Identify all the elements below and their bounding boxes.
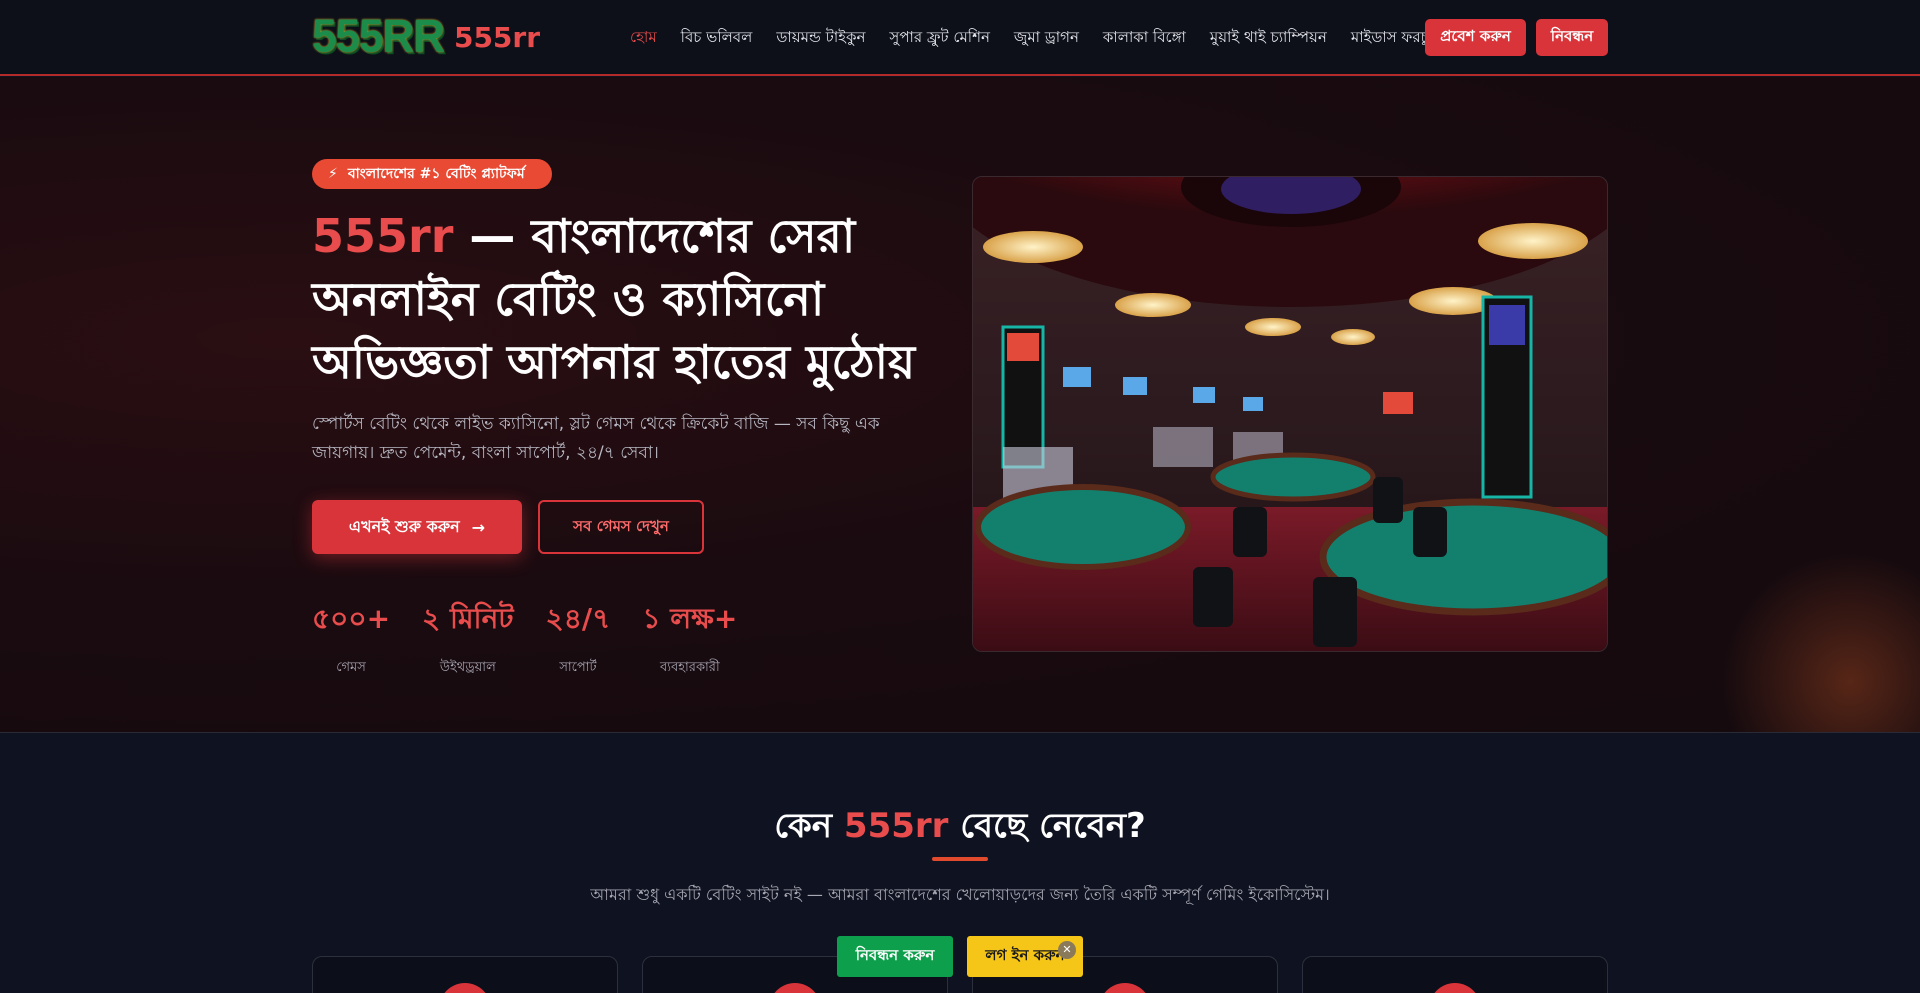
stat-label: ব্যবহারকারী: [659, 660, 720, 675]
hero-subtitle: স্পোর্টস বেটিং থেকে লাইভ ক্যাসিনো, স্লট …: [312, 414, 880, 463]
logo[interactable]: 555RR 555rr: [312, 10, 541, 63]
nav-item-super-fruit-machine[interactable]: সুপার ফ্রুট মেশিন: [889, 26, 989, 51]
view-all-games-button[interactable]: সব গেমস দেখুন: [538, 500, 704, 554]
stat-label: সাপোর্ট: [559, 660, 597, 675]
nav-item-muay-thai-champion[interactable]: মুয়াই থাই চ্যাম্পিয়ন: [1210, 26, 1327, 51]
hero-stats: ৫০০+ গেমস ২ মিনিট উইথড্রয়াল ২৪/৭ সাপোর্…: [312, 597, 769, 679]
start-now-button[interactable]: এখনই শুরু করুন →: [312, 500, 522, 554]
feature-icon: [439, 983, 491, 993]
register-button[interactable]: নিবন্ধন: [1536, 19, 1608, 56]
casino-illustration: [973, 177, 1607, 651]
feature-icon: [1429, 983, 1481, 993]
why-title-brand: 555rr: [843, 806, 949, 846]
arrow-right-icon: →: [471, 517, 486, 537]
badge-label: বাংলাদেশের #১ বেটিং প্ল্যাটফর্ম: [347, 166, 525, 182]
hero-title-brand: 555rr: [312, 209, 454, 263]
start-now-label: এখনই শুরু করুন: [348, 516, 460, 536]
close-icon[interactable]: ✕: [1058, 941, 1076, 959]
nav-item-juma-dragon[interactable]: জুমা ড্রাগন: [1014, 26, 1079, 51]
why-title-pre: কেন: [774, 806, 844, 846]
logo-mark: 555RR: [312, 10, 445, 63]
feature-card: [1302, 956, 1608, 993]
feature-icon: [1099, 983, 1151, 993]
title-underline: [932, 857, 988, 861]
login-button[interactable]: প্রবেশ করুন: [1425, 19, 1526, 56]
nav-item-kalaka-bingo[interactable]: কালাকা বিঙ্গো: [1103, 26, 1186, 51]
why-section-title: কেন 555rr বেছে নেবেন?: [0, 800, 1920, 857]
stat-support: ২৪/৭ সাপোর্ট: [546, 597, 611, 679]
stat-value: ১ লক্ষ+: [642, 602, 738, 635]
nav-item-home[interactable]: হোম: [630, 26, 657, 51]
stat-label: উইথড্রয়াল: [439, 660, 496, 675]
stat-users: ১ লক্ষ+ ব্যবহারকারী: [642, 597, 737, 679]
stat-games: ৫০০+ গেমস: [312, 597, 390, 679]
casino-hero-image: [972, 176, 1608, 652]
stat-value: ৫০০+: [312, 602, 391, 635]
hero-glow: [1720, 552, 1920, 732]
stat-value: ২৪/৭: [545, 602, 611, 635]
why-title-post: বেছে নেবেন?: [948, 806, 1146, 846]
nav-item-beach-volleyball[interactable]: বিচ ভলিবল: [681, 26, 753, 51]
logo-text: 555rr: [453, 20, 541, 54]
hero-section: ⚡ বাংলাদেশের #১ বেটিং প্ল্যাটফর্ম 555rr …: [0, 77, 1920, 733]
lightning-icon: ⚡: [328, 166, 338, 182]
feature-icon: [769, 983, 821, 993]
nav-item-diamond-tycoon[interactable]: ডায়মন্ড টাইকুন: [776, 26, 865, 51]
stat-withdrawal: ২ মিনিট উইথড্রয়াল: [422, 597, 514, 679]
stat-label: গেমস: [336, 660, 366, 675]
hero-title: 555rr — বাংলাদেশের সেরা অনলাইন বেটিং ও ক…: [312, 205, 952, 394]
why-section-subtitle: আমরা শুধু একটি বেটিং সাইট নই — আমরা বাংল…: [590, 885, 1330, 904]
site-header: 555RR 555rr হোম বিচ ভলিবল ডায়মন্ড টাইকু…: [0, 0, 1920, 76]
platform-badge: ⚡ বাংলাদেশের #১ বেটিং প্ল্যাটফর্ম: [312, 159, 552, 189]
floating-register-button[interactable]: নিবন্ধন করুন: [837, 936, 953, 977]
stat-value: ২ মিনিট: [422, 602, 514, 635]
feature-card: [312, 956, 618, 993]
main-nav: হোম বিচ ভলিবল ডায়মন্ড টাইকুন সুপার ফ্রু…: [630, 26, 1462, 51]
